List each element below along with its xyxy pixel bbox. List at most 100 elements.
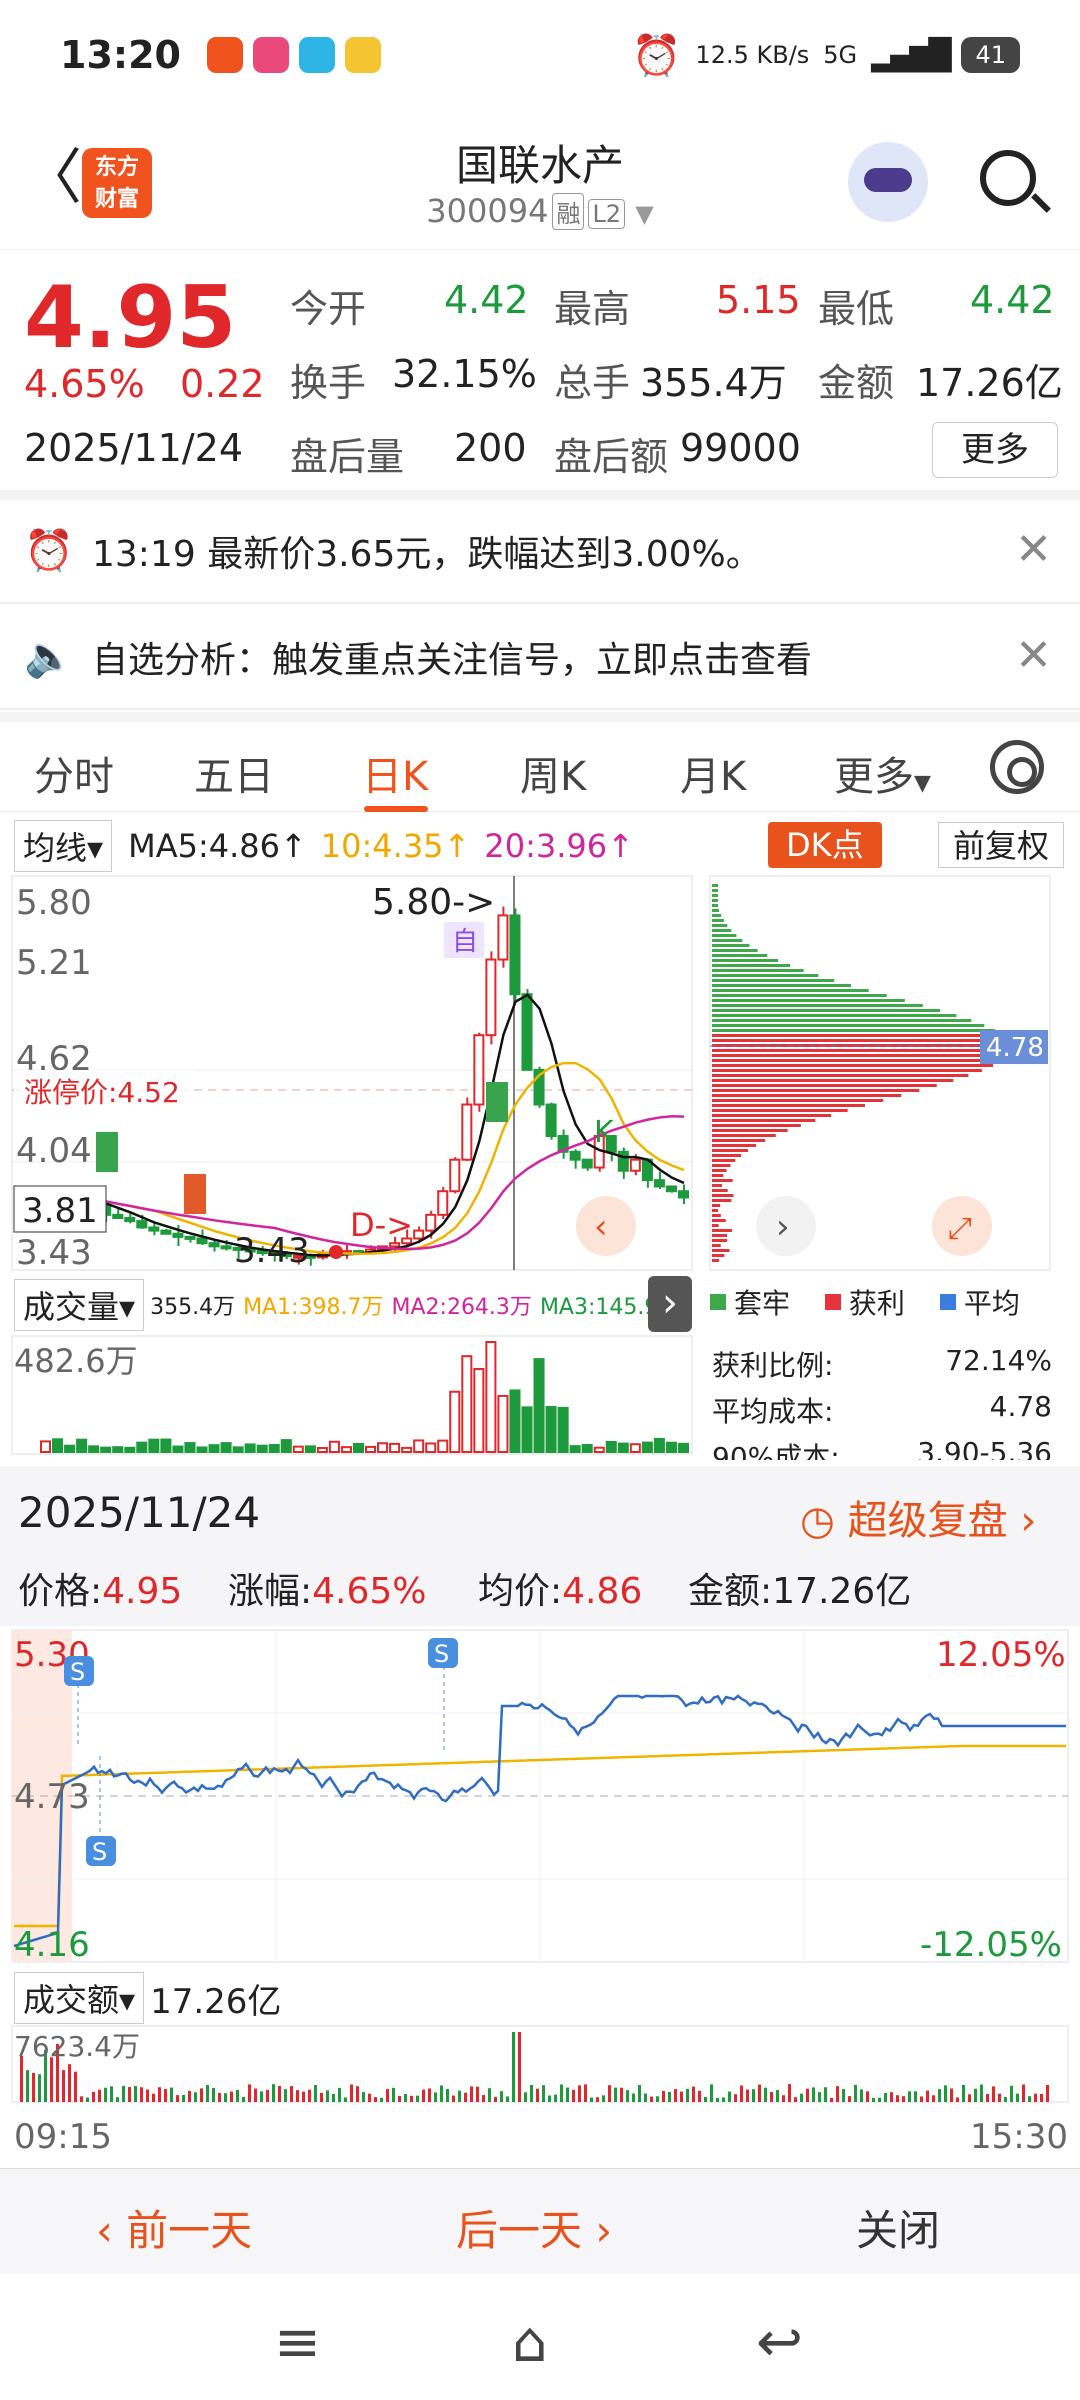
profit-ratio-value: 72.14%: [945, 1344, 1052, 1377]
amount-bar: [194, 2092, 197, 2102]
amount-bar: [452, 2096, 455, 2102]
up-arrow-icon: ↑: [607, 827, 634, 865]
candle: [173, 1234, 182, 1237]
amount-bar: [662, 2091, 665, 2102]
close-icon[interactable]: ✕: [1015, 528, 1052, 572]
super-replay-button[interactable]: ◷ 超级复盘 ›: [800, 1488, 1036, 1546]
chip-bar: [712, 1119, 815, 1122]
amount-bar: [854, 2085, 857, 2102]
chip-bar: [712, 1009, 940, 1012]
search-icon[interactable]: [980, 150, 1036, 206]
close-button[interactable]: 关闭: [856, 2197, 940, 2258]
tab-more[interactable]: 更多▼: [834, 744, 931, 802]
chip-bar: [712, 1039, 1009, 1042]
forward-adjust-button[interactable]: 前复权: [938, 822, 1064, 868]
amount-bar: [296, 2090, 299, 2102]
tab-five-day[interactable]: 五日: [194, 744, 274, 802]
ma-selector[interactable]: 均线▾: [14, 820, 112, 872]
amount-label: 金额: [818, 361, 894, 405]
volume-bar: [679, 1444, 688, 1452]
amount-bar: [272, 2084, 275, 2102]
more-quote-button[interactable]: 更多: [932, 422, 1058, 478]
chip-bar: [712, 1164, 731, 1167]
amount-bar: [104, 2088, 107, 2102]
legend-profit: 获利: [825, 1282, 905, 1322]
profit-ratio-label: 获利比例:: [712, 1349, 833, 1382]
intraday-chart[interactable]: 5.30 4.73 4.16 12.05% -12.05% S S S: [0, 1626, 1080, 1966]
expand-icon: ⤢: [948, 1211, 972, 1246]
intraday-header: 2025/11/24 ◷ 超级复盘 › 价格:4.95 涨幅:4.65% 均价:…: [0, 1466, 1080, 1626]
amount-bar: [692, 2087, 695, 2102]
expand-indicators-button[interactable]: ›: [648, 1276, 692, 1332]
app-notification-icon: [345, 37, 381, 73]
chip-bar: [712, 929, 731, 932]
chip-bar: [712, 1234, 727, 1237]
chip-bar: [712, 1059, 1002, 1062]
amount-bar: [200, 2088, 203, 2102]
home-icon[interactable]: ⌂: [512, 2310, 548, 2375]
amount-bar: [848, 2096, 851, 2102]
amount-bar: [596, 2097, 599, 2102]
volume-bar: [342, 1447, 351, 1452]
price-alert-banner[interactable]: ⏰ 13:19 最新价3.65元，跌幅达到3.00%。 ✕: [0, 500, 1080, 604]
volume-bar: [402, 1448, 411, 1452]
assistant-robot-icon[interactable]: [848, 142, 928, 222]
app-notification-icon: [299, 37, 335, 73]
chip-bar: [712, 979, 834, 982]
legend-label: 套牢: [734, 1282, 790, 1322]
volume-bar: [89, 1446, 98, 1452]
analysis-alert-text: 自选分析：触发重点关注信号，立即点击查看: [92, 631, 812, 683]
volume-bar: [173, 1447, 182, 1452]
gear-icon[interactable]: [990, 740, 1044, 794]
signal-nine-red: [184, 1174, 206, 1214]
candle: [161, 1231, 170, 1234]
volume-bar: [41, 1441, 50, 1452]
amount-bar: [812, 2087, 815, 2102]
signal-nine-green: [96, 1132, 118, 1172]
analysis-alert-banner[interactable]: 🔈 自选分析：触发重点关注信号，立即点击查看 ✕: [0, 606, 1080, 710]
amount-bar: [26, 2070, 29, 2102]
amount-bar: [236, 2090, 239, 2102]
dk-point-button[interactable]: DK点: [768, 822, 882, 868]
kline-chart[interactable]: 5.80 5.21 4.62 4.04 3.43 涨停价:4.52 3.81 5…: [0, 874, 1080, 1274]
tab-intraday[interactable]: 分时: [34, 744, 114, 802]
amount-bar: [644, 2094, 647, 2102]
volume-selector[interactable]: 成交量▾: [14, 1279, 144, 1331]
candle: [462, 1105, 471, 1160]
chip-bar: [712, 924, 727, 927]
amount-bar: [434, 2092, 437, 2102]
candle: [125, 1218, 134, 1221]
close-icon[interactable]: ✕: [1015, 634, 1052, 678]
amount-selector-label: 成交额: [23, 1981, 119, 2019]
volume-bar: [149, 1440, 158, 1452]
volume-bar: [210, 1445, 219, 1452]
next-day-button[interactable]: 后一天 ›: [456, 2197, 612, 2258]
volume-bar: [366, 1447, 375, 1452]
amount-selector[interactable]: 成交额▾: [14, 1972, 144, 2024]
ma-selector-label: 均线: [23, 829, 87, 867]
amount-bar: [920, 2096, 923, 2102]
tab-monthly-k[interactable]: 月K: [680, 744, 746, 802]
volume-bar: [65, 1446, 74, 1452]
app-notification-icon: [253, 37, 289, 73]
amount-bar: [902, 2096, 905, 2102]
volume-selector-label: 成交量: [23, 1288, 119, 1326]
chip-legend: 套牢 获利 平均: [710, 1282, 1066, 1322]
menu-icon[interactable]: ≡: [274, 2310, 321, 2375]
candle: [547, 1105, 556, 1137]
amount-bar: [440, 2085, 443, 2102]
volume-bar: [547, 1407, 556, 1452]
prev-day-button[interactable]: ‹ 前一天: [96, 2197, 252, 2258]
candle: [450, 1160, 459, 1192]
volume-bar: [474, 1369, 483, 1452]
tab-weekly-k[interactable]: 周K: [520, 744, 586, 802]
tab-daily-k[interactable]: 日K: [362, 744, 428, 802]
back-nav-icon[interactable]: ↩: [756, 2310, 803, 2375]
amount-bar: [326, 2090, 329, 2102]
amount-bar: [746, 2090, 749, 2102]
pct-top-label: 12.05%: [936, 1635, 1066, 1675]
chip-bar: [712, 889, 718, 892]
volume-bar: [450, 1392, 459, 1452]
amount-bar: [50, 2057, 53, 2102]
amount-bar: [554, 2095, 557, 2102]
